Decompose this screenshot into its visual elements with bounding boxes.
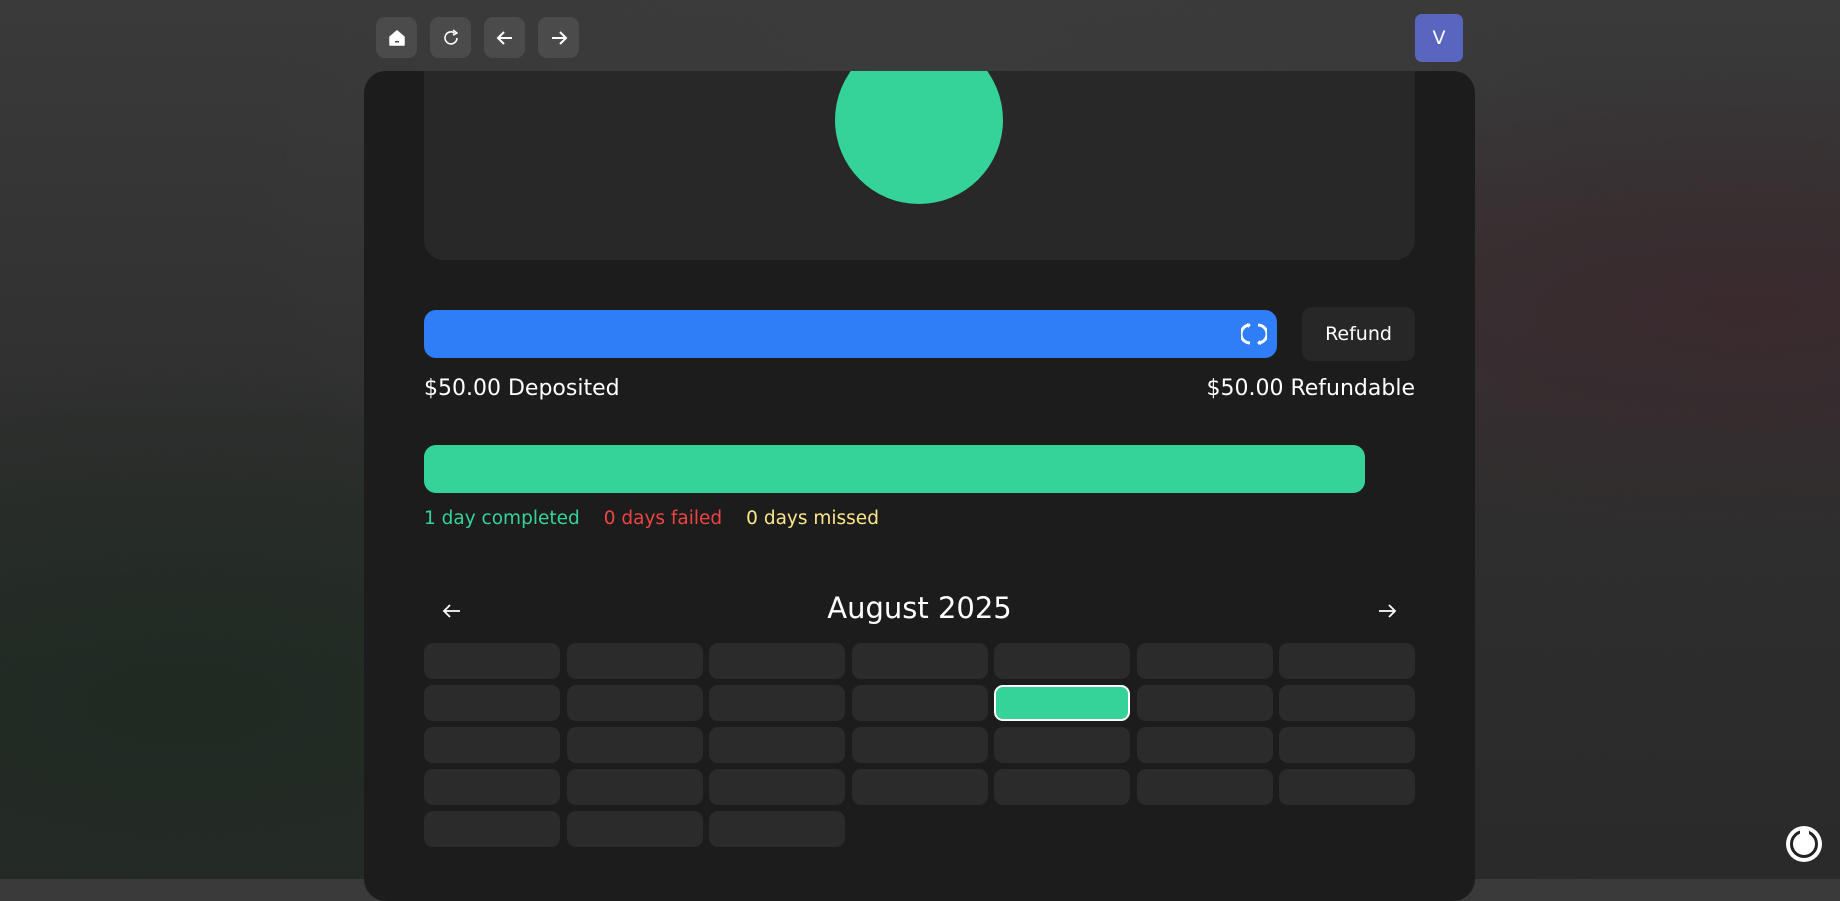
hero-card: [424, 71, 1415, 260]
home-button[interactable]: [376, 17, 417, 58]
calendar-next-button[interactable]: [1369, 593, 1405, 629]
avatar-letter: V: [1432, 27, 1446, 49]
calendar-day[interactable]: [709, 643, 845, 679]
calendar-day[interactable]: [1279, 643, 1415, 679]
calendar-day[interactable]: [566, 811, 703, 847]
calendar-day[interactable]: [424, 811, 560, 847]
refund-button[interactable]: Refund: [1302, 307, 1415, 361]
calendar-day[interactable]: [994, 643, 1130, 679]
main-panel: Refund $50.00 Deposited $50.00 Refundabl…: [364, 71, 1475, 901]
arrow-right-icon: [1379, 604, 1397, 618]
calendar-day[interactable]: [566, 643, 703, 679]
missed-count: 0 days missed: [746, 508, 879, 529]
slider-handle-icon[interactable]: [1241, 321, 1267, 347]
arrow-right-icon: [551, 30, 567, 45]
calendar-day[interactable]: [1279, 727, 1415, 763]
calendar-day[interactable]: [1136, 685, 1273, 721]
loading-spinner-icon: [1786, 826, 1822, 862]
progress-track: [424, 445, 1415, 493]
refresh-button[interactable]: [430, 17, 471, 58]
calendar-day[interactable]: [851, 769, 988, 805]
arrow-left-icon: [496, 30, 512, 45]
status-circle: [835, 71, 1003, 204]
calendar-day[interactable]: [851, 685, 988, 721]
calendar-day[interactable]: [424, 769, 560, 805]
calendar-day[interactable]: [424, 643, 560, 679]
calendar-day[interactable]: [709, 685, 845, 721]
calendar-day[interactable]: [1136, 643, 1273, 679]
calendar-day[interactable]: [1279, 685, 1415, 721]
calendar-day[interactable]: [424, 727, 560, 763]
calendar-day[interactable]: [994, 727, 1130, 763]
calendar-day[interactable]: [1279, 769, 1415, 805]
calendar-day[interactable]: [424, 685, 560, 721]
refresh-icon: [443, 28, 458, 45]
refund-slider[interactable]: [424, 310, 1277, 358]
calendar-day[interactable]: [1136, 769, 1273, 805]
calendar-day[interactable]: [566, 685, 703, 721]
calendar-day[interactable]: [1136, 727, 1273, 763]
deposited-amount: $50.00 Deposited: [424, 376, 620, 401]
refundable-amount: $50.00 Refundable: [1206, 376, 1416, 401]
failed-count: 0 days failed: [603, 508, 723, 529]
completed-count: 1 day completed: [424, 508, 580, 529]
progress-fill: [424, 445, 1366, 493]
calendar-day[interactable]: [709, 727, 845, 763]
calendar-day[interactable]: [566, 769, 703, 805]
stats-row: 1 day completed 0 days failed 0 days mis…: [424, 508, 879, 529]
calendar-day[interactable]: [709, 769, 845, 805]
calendar-day[interactable]: [566, 727, 703, 763]
home-icon: [388, 29, 405, 46]
calendar-day[interactable]: [851, 643, 988, 679]
avatar[interactable]: V: [1415, 14, 1463, 62]
calendar-day[interactable]: [994, 769, 1130, 805]
back-button[interactable]: [484, 17, 525, 58]
calendar-grid: [424, 643, 1415, 847]
calendar-month-title: August 2025: [827, 591, 1012, 625]
calendar-day[interactable]: [709, 811, 845, 847]
forward-button[interactable]: [538, 17, 579, 58]
calendar-day[interactable]: [851, 727, 988, 763]
calendar-day-completed[interactable]: [994, 685, 1130, 721]
